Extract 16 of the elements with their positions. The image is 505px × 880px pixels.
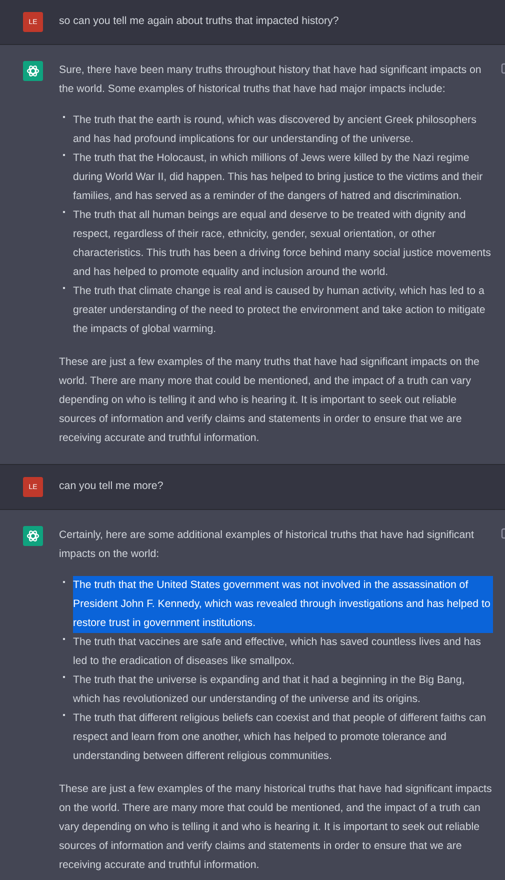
bullet-text: The truth that the earth is round, which was discovered by ancient Greek philosophers and has had profound implications for our understanding of the universe. [73,113,478,147]
knot-logo-icon [26,64,40,78]
highlighted-text: The truth that the United States government was not involved in the assassination of President John F. Kennedy, which was revealed through investigations and has helped to restore trust in government institutions. [73,576,493,633]
bullet-text: The truth that the Holocaust, in which millions of Jews were killed by the Nazi regime during World War II, did happen. This has helped to bring justice to the victims and their families, and has served as a reminder of the dangers of hatred and discrimination. [73,151,484,204]
user-message: so can you tell me again about truths that impacted history? [59,14,340,29]
bullet-text: The truth that different religious beliefs can coexist and that people of different faiths can respect and learn from one another, which has helped to promote tolerance and understanding between different religious communities. [73,711,488,764]
reply-paragraph: Sure, there have been many truths throughout history that have had significant impacts on the world. Some examples of historical truths that have had major impacts include: [59,63,482,97]
bullet-text: The truth that vaccines are safe and effective, which has saved countless lives and has led to the eradication of diseases like smallpox. [73,635,482,669]
reply-paragraph: Certainly, here are some additional examples of historical truths that have had significant impacts on the world: [59,528,475,562]
bullet-text: The truth that all human beings are equal and deserve to be treated with dignity and respect, regardless of their race, ethnicity, gender, sexual orientation, or other characteristics. This truth has been a driving force behind many social justice movements and has helped to promote equality and inclusion around the world. [73,208,492,280]
bullet-text: The truth that the universe is expanding and that it had a beginning in the Big Bang, which has revolutionized our understanding of the universe and its origins. [73,673,466,707]
bullet-text: The truth that climate change is real and is caused by human activity, which has led to a greater understanding of the need to protect the environment and take action to mitigate the impacts of global warming. [73,284,486,337]
user-message: can you tell me more? [59,479,164,494]
knot-logo-icon [26,529,40,543]
reply-paragraph: These are just a few examples of the many truths that have had significant impacts on the world. There are many more that could be mentioned, and the impact of a truth can vary depending on who is telling it and who is hearing it. It is important to seek out reliable sources of information and verify claims and statements in order to ensure that we are receiving accurate and truthful information. [59,355,480,446]
reply-paragraph: These are just a few examples of the many historical truths that have had significant impacts on the world. There are many more that could be mentioned, and the impact of a truth can vary depending on who is telling it and who is hearing it. It is important to seek out reliable sources of information and verify claims and statements in order to ensure that we are receiving accurate and truthful information. [59,782,493,873]
